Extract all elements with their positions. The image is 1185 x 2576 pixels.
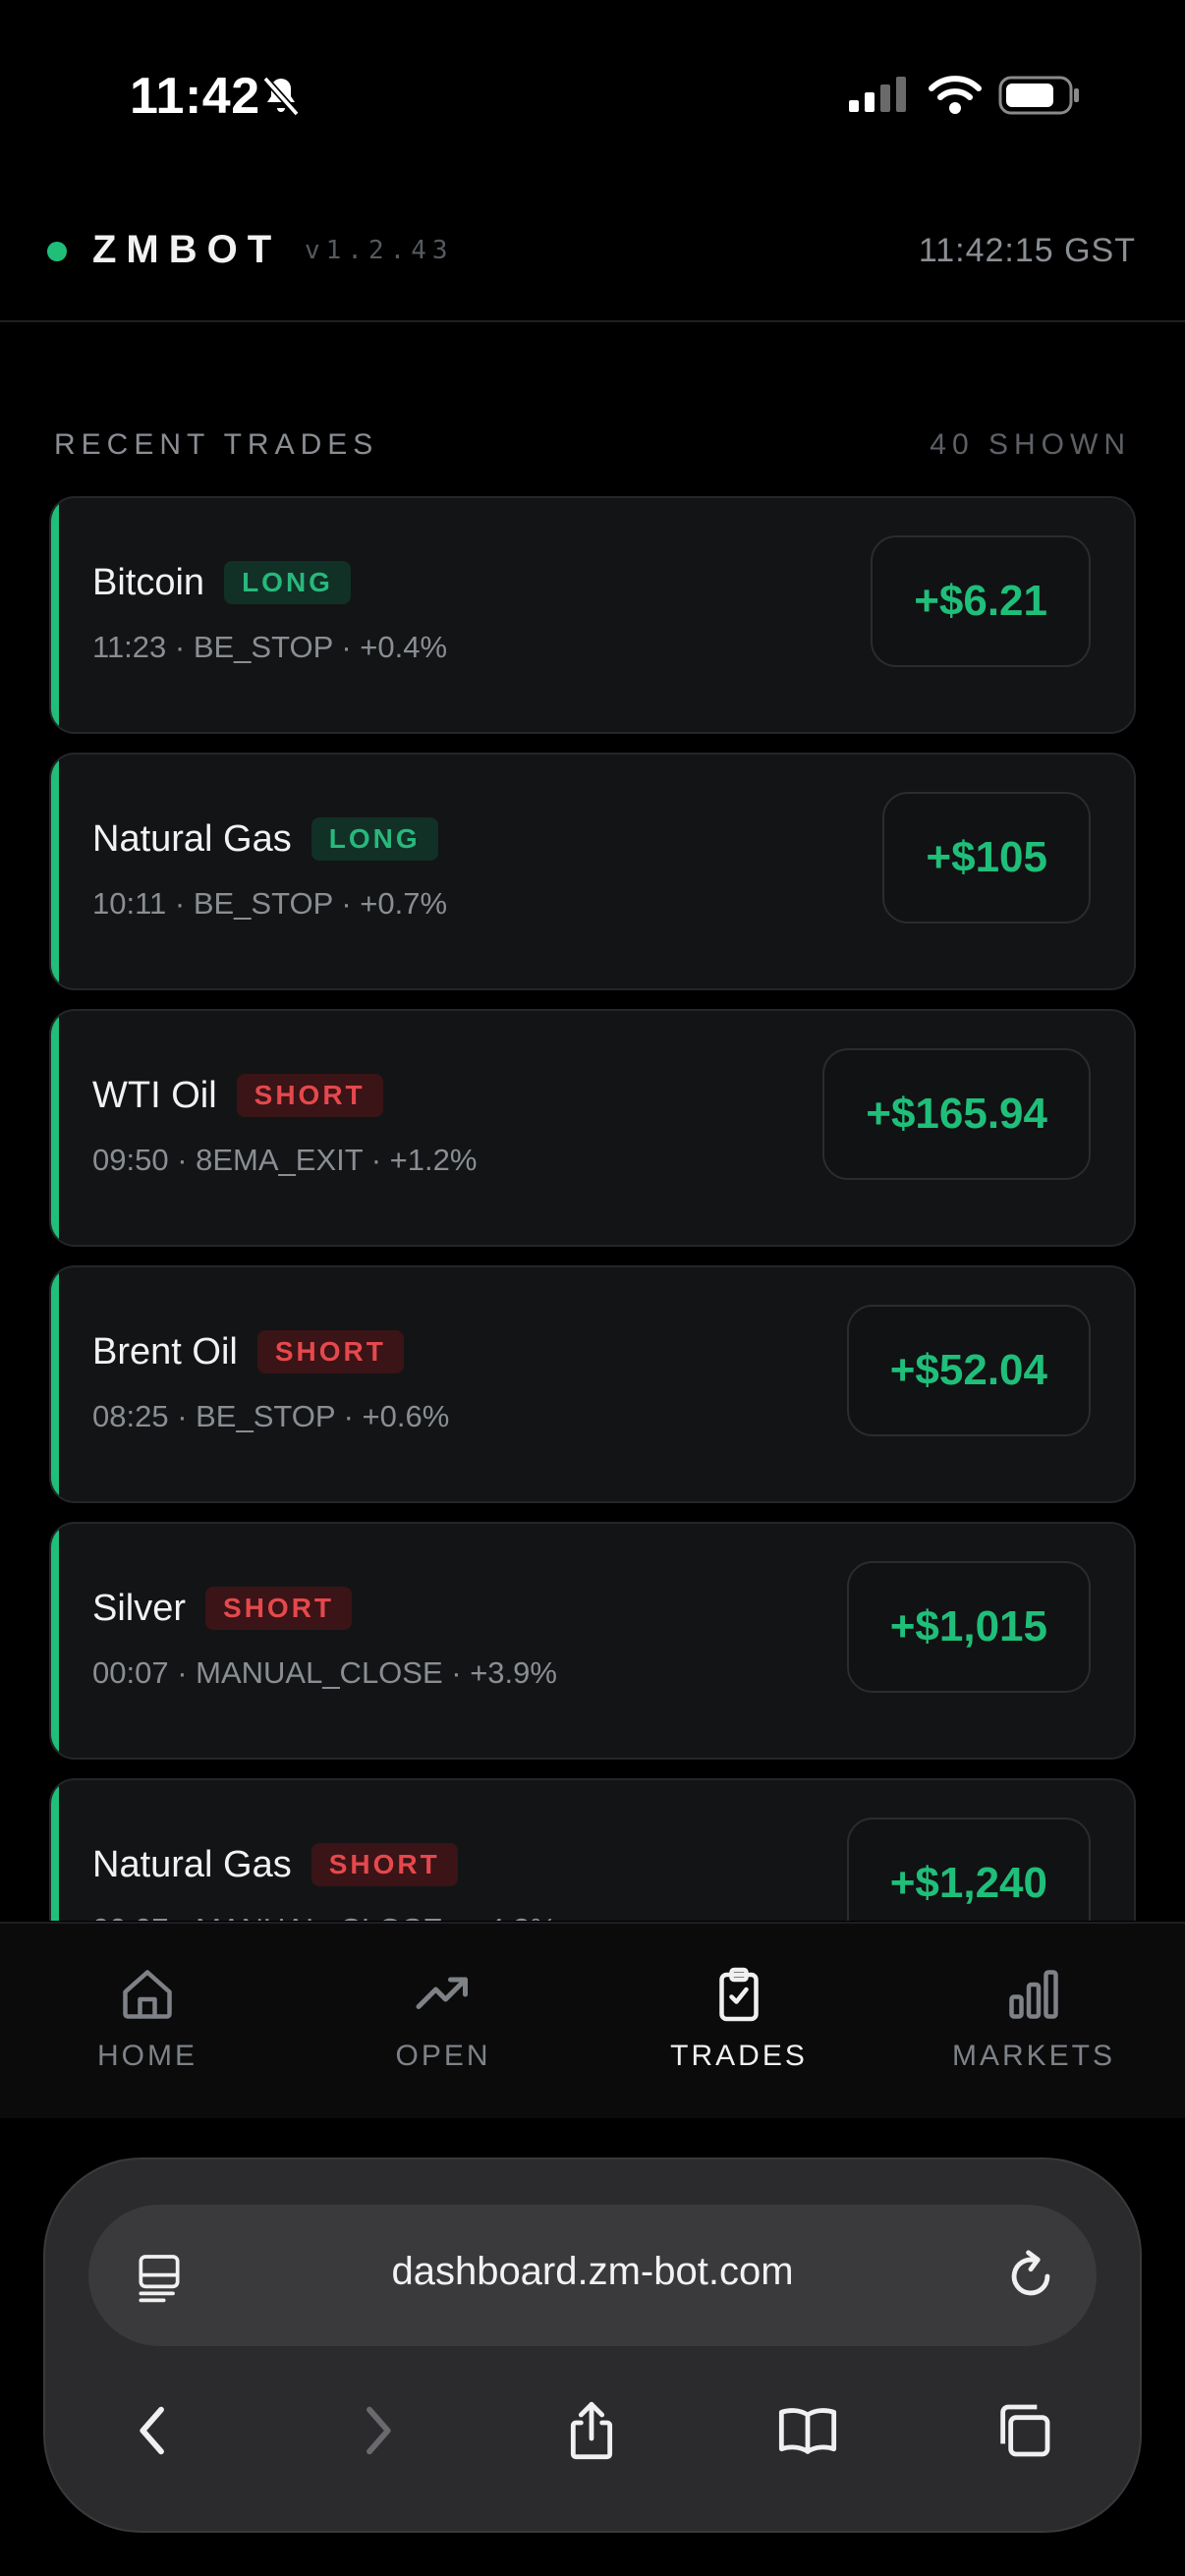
trade-meta: 10:11 · BE_STOP · +0.7% [92,886,448,921]
tab-label: HOME [97,2040,198,2072]
url-text[interactable]: dashboard.zm-bot.com [88,2250,1097,2294]
wifi-icon [929,76,982,114]
trade-side-badge: SHORT [310,1843,458,1886]
tab-label: TRADES [670,2040,808,2072]
trade-meta: 11:23 · BE_STOP · +0.4% [92,630,448,664]
tabs-icon[interactable] [992,2399,1055,2462]
trade-accent-bar [51,1780,59,1921]
header-clock: 11:42:15 GST [918,232,1136,269]
tab-label: OPEN [395,2040,491,2072]
trade-accent-bar [51,755,59,988]
trade-meta: 00:07 · MANUAL_CLOSE · +3.9% [92,1655,557,1690]
trade-accent-bar [51,1011,59,1245]
tab-open[interactable]: OPEN [325,1965,561,2073]
trade-asset: WTI Oil [92,1074,217,1116]
trade-side-badge: SHORT [205,1587,353,1630]
trade-meta: 08:25 · BE_STOP · +0.6% [92,1399,450,1433]
trade-accent-bar [51,498,59,732]
trade-accent-bar [51,1267,59,1501]
trade-card[interactable]: Brent Oil SHORT 08:25 · BE_STOP · +0.6% … [49,1265,1136,1503]
trade-side-badge: SHORT [256,1330,404,1373]
app-version: v1.2.43 [305,236,454,265]
trade-card[interactable]: Bitcoin LONG 11:23 · BE_STOP · +0.4% +$6… [49,496,1136,734]
trades-count: 40 SHOWN [930,428,1131,461]
live-status-dot [47,242,67,261]
forward-icon[interactable] [346,2399,409,2462]
trade-asset: Brent Oil [92,1330,238,1372]
trade-side-badge: LONG [310,817,438,861]
back-icon[interactable] [122,2399,185,2462]
bar-chart-icon [1009,1970,1058,2019]
share-icon[interactable] [560,2399,623,2462]
trade-side-badge: LONG [224,561,351,604]
status-bar: 11:42 [0,0,1185,192]
trade-pnl: +$165.94 [822,1048,1091,1180]
tab-markets[interactable]: MARKETS [916,1965,1152,2073]
trade-card[interactable]: Silver SHORT 00:07 · MANUAL_CLOSE · +3.9… [49,1522,1136,1760]
status-time: 11:42 [130,68,260,125]
trade-asset: Natural Gas [92,817,292,860]
trade-meta: 00:07 · MANUAL_CLOSE · +4.3% [92,1912,557,1921]
tab-label: MARKETS [951,2040,1116,2072]
trending-up-icon [416,1977,468,2009]
trade-side-badge: SHORT [236,1074,383,1117]
section-title: RECENT TRADES [54,428,379,461]
trade-asset: Bitcoin [92,561,205,603]
clipboard-check-icon [719,1967,759,2022]
trade-list[interactable]: Bitcoin LONG 11:23 · BE_STOP · +0.4% +$6… [0,496,1185,1921]
trade-pnl: +$6.21 [871,535,1091,667]
cellular-signal-icon [849,77,906,112]
trade-asset: Silver [92,1587,187,1629]
bell-slash-icon [262,76,300,117]
trade-card[interactable]: Natural Gas LONG 10:11 · BE_STOP · +0.7%… [49,753,1136,990]
reload-icon[interactable] [1002,2248,1059,2305]
tab-trades[interactable]: TRADES [621,1965,857,2073]
trade-pnl: +$1,015 [846,1561,1091,1693]
battery-icon [998,76,1079,115]
brand-name: ZMBOT [92,228,282,271]
trade-pnl: +$105 [882,792,1091,924]
trade-accent-bar [51,1524,59,1758]
trade-card[interactable]: WTI Oil SHORT 09:50 · 8EMA_EXIT · +1.2% … [49,1009,1136,1247]
trade-card[interactable]: Natural Gas SHORT 00:07 · MANUAL_CLOSE ·… [49,1778,1136,1921]
home-icon [123,1970,172,2019]
trade-pnl: +$1,240 [846,1818,1091,1921]
trade-meta: 09:50 · 8EMA_EXIT · +1.2% [92,1143,478,1177]
trade-pnl: +$52.04 [846,1305,1091,1436]
bookmarks-icon[interactable] [776,2399,839,2462]
trade-asset: Natural Gas [92,1843,292,1885]
tab-home[interactable]: HOME [29,1965,265,2073]
